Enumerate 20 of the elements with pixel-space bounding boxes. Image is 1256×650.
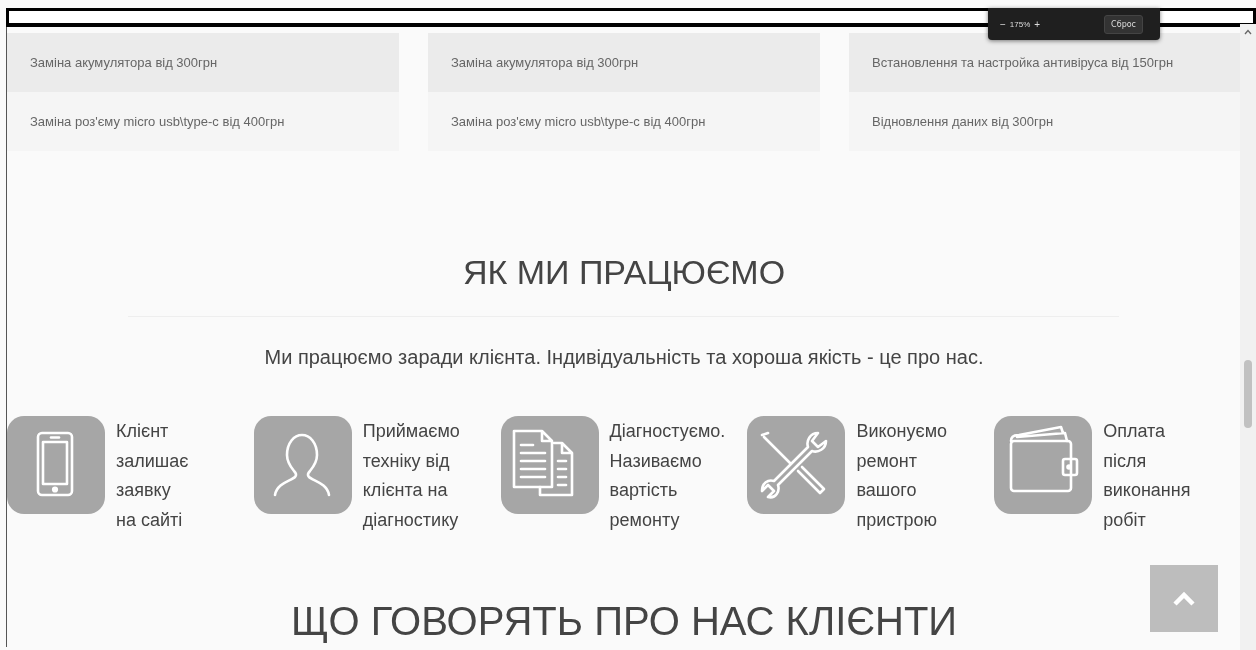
step-description: Діагностуємо. Називаємо вартість ремонту <box>609 420 726 532</box>
section-subtitle: Ми працюємо заради клієнта. Індивідуальність та хороша якість - це про нас. <box>263 345 985 369</box>
back-to-top-button[interactable] <box>1150 565 1218 632</box>
chevron-up-icon <box>1172 590 1196 607</box>
price-item: Заміна акумулятора від 300грн <box>428 33 820 92</box>
section-heading: ЩО ГОВОРЯТЬ ПРО НАС КЛІЄНТИ <box>290 598 958 644</box>
reset-button[interactable]: Сброс <box>1104 14 1143 34</box>
step-description: Виконуємо ремонт вашого пристрою <box>856 420 948 532</box>
price-item: Встановлення та настройка антивіруса від 150грн <box>849 33 1240 92</box>
zoom-out-button[interactable]: − <box>1000 18 1006 30</box>
section-heading: ЯК МИ ПРАЦЮЄМО <box>462 252 786 292</box>
zoom-in-button[interactable]: + <box>1034 18 1041 30</box>
step-description: Приймаємо техніку від клієнта на діагностику <box>362 420 460 532</box>
scroll-thumb[interactable] <box>1244 360 1252 428</box>
scrollbar[interactable] <box>1240 24 1256 650</box>
zoom-level: 175% <box>1009 19 1031 29</box>
step-description: Оплата після виконання робіт <box>1103 420 1191 532</box>
scroll-up-icon[interactable] <box>1244 29 1252 35</box>
step-description: Клієнт залишає заявку на сайті <box>116 420 189 532</box>
price-item: Заміна акумулятора від 300грн <box>7 33 399 92</box>
